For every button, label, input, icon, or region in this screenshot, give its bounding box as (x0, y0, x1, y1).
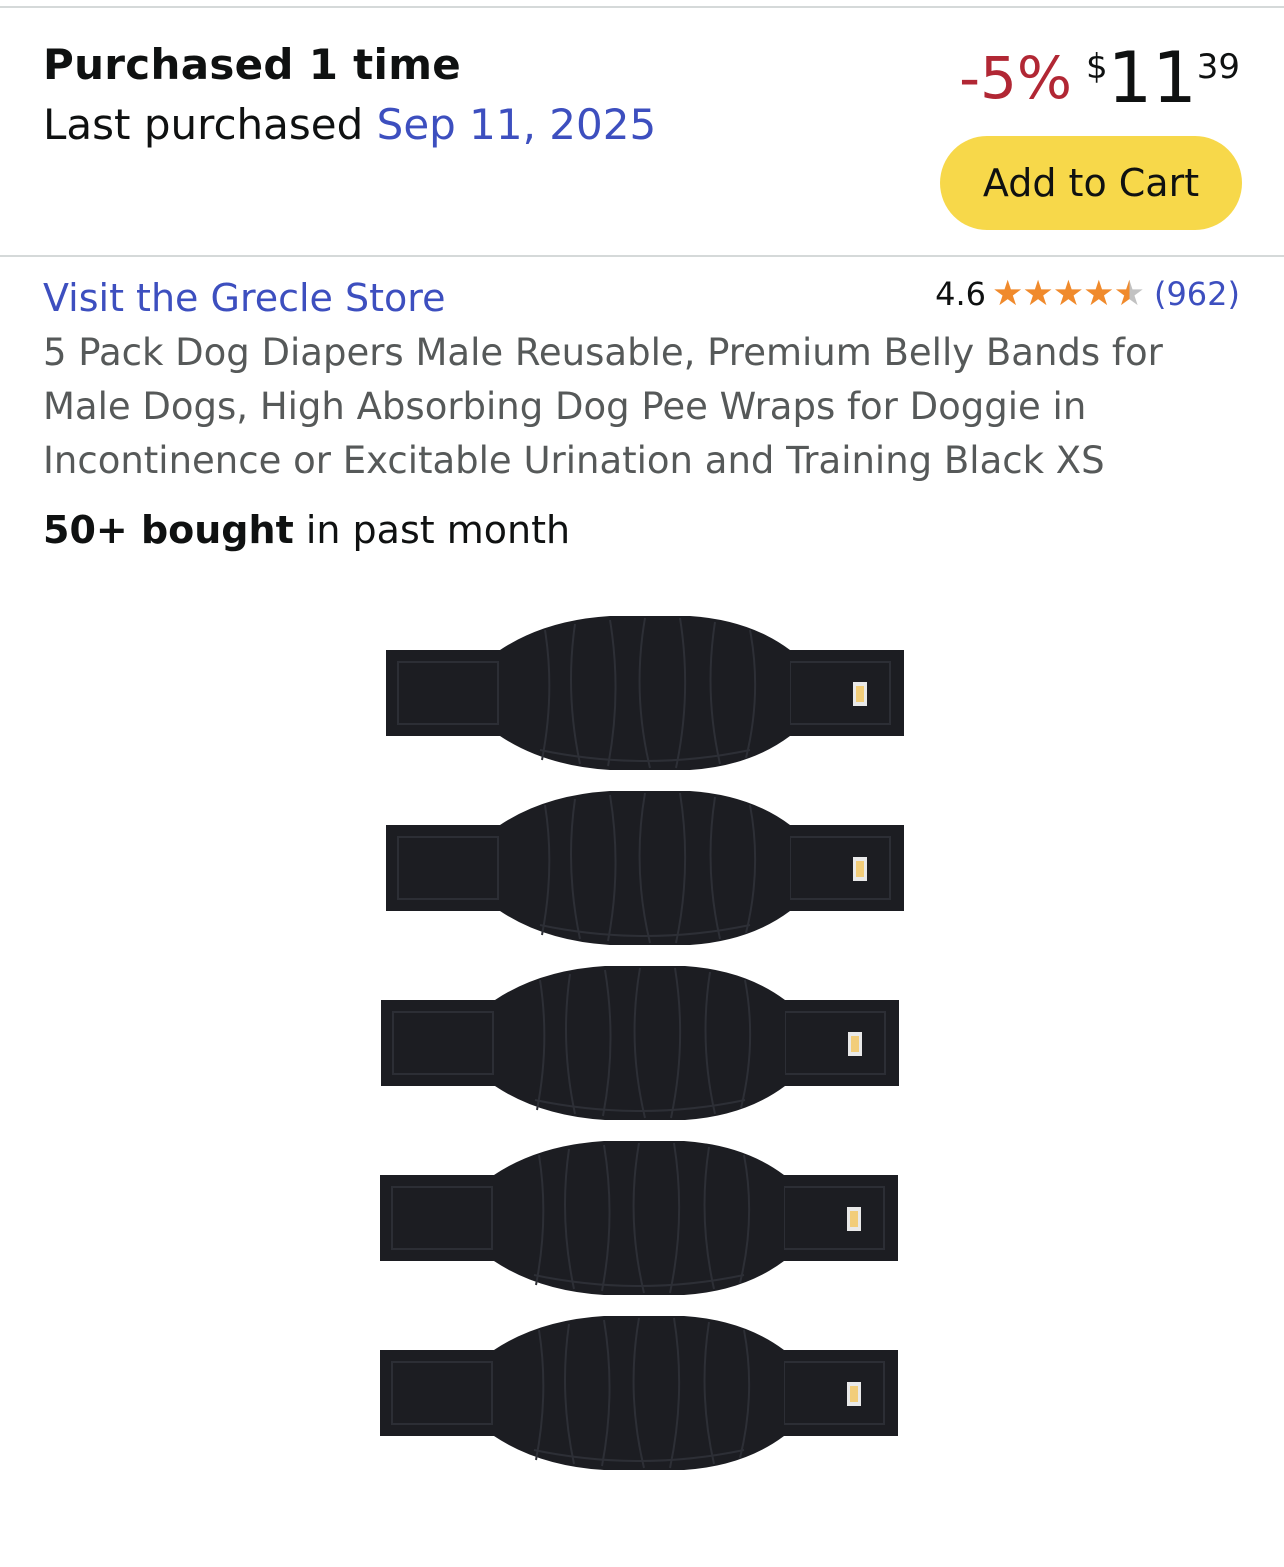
top-divider (0, 6, 1284, 8)
section-divider (0, 255, 1284, 257)
review-count-link[interactable]: (962) (1154, 275, 1240, 313)
bought-period: in past month (305, 508, 571, 552)
star-icon: ★ (1052, 274, 1085, 314)
price-block: -5% $ 11 39 (959, 40, 1240, 116)
star-icon: ★ (1083, 274, 1115, 314)
belly-band-5 (379, 1315, 899, 1471)
rating-value: 4.6 (935, 275, 986, 313)
price-fraction: 39 (1196, 47, 1240, 87)
discount-percent: -5% (959, 44, 1073, 112)
bought-in-past-month: 50+ bought in past month (43, 508, 570, 552)
belly-band-1 (385, 615, 905, 771)
product-title[interactable]: 5 Pack Dog Diapers Male Reusable, Premiu… (43, 326, 1243, 488)
bought-count: 50+ bought (43, 508, 294, 552)
last-purchased-date[interactable]: Sep 11, 2025 (377, 100, 657, 149)
product-image[interactable] (370, 600, 915, 1490)
purchased-count: Purchased 1 time (43, 40, 462, 89)
last-purchased-label: Last purchased (43, 100, 364, 149)
star-icon: ★ (992, 274, 1024, 314)
star-icon: ★ (1022, 274, 1054, 314)
price-whole: 11 (1107, 37, 1197, 119)
half-star-icon: ★ (1113, 274, 1145, 314)
star-rating: ★ ★ ★ ★ ★ (992, 274, 1145, 314)
belly-band-2 (385, 790, 905, 946)
rating-row[interactable]: 4.6 ★ ★ ★ ★ ★ (962) (935, 274, 1240, 314)
belly-band-4 (379, 1140, 899, 1296)
last-purchased: Last purchased Sep 11, 2025 (43, 100, 656, 149)
price-currency: $ (1086, 47, 1108, 87)
store-link[interactable]: Visit the Grecle Store (43, 276, 445, 320)
add-to-cart-button[interactable]: Add to Cart (940, 136, 1242, 230)
belly-band-3 (380, 965, 900, 1121)
